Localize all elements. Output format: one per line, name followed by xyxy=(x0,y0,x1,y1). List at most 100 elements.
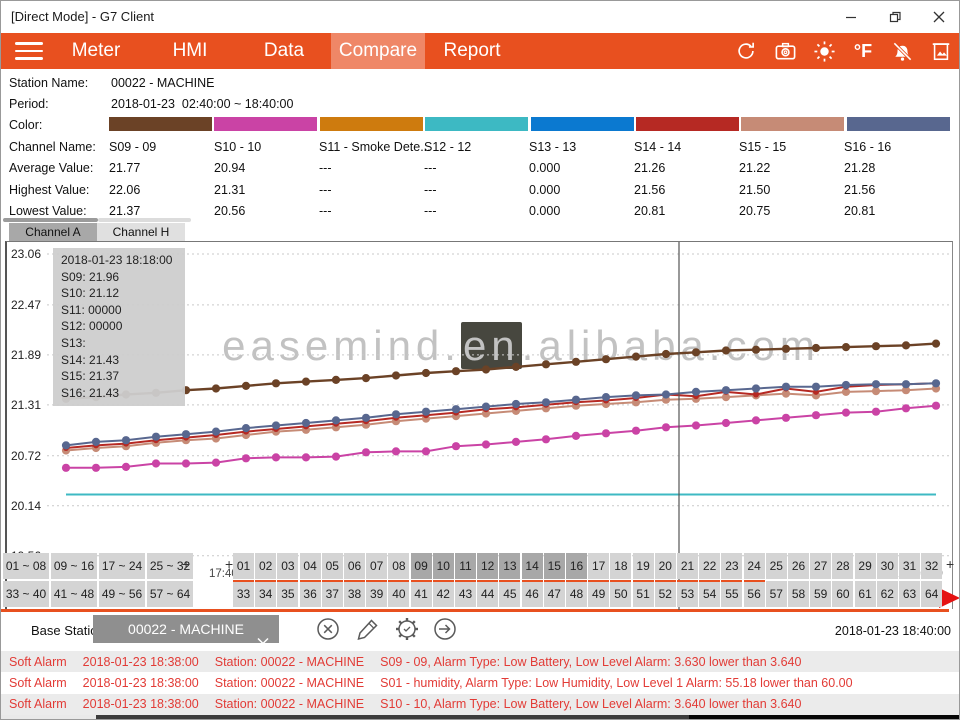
channel-box-13[interactable]: 13 xyxy=(499,553,520,579)
channel-box-10[interactable]: 10 xyxy=(433,553,454,579)
channel-group-box[interactable]: 17 ~ 24 xyxy=(99,553,145,579)
channel-box-35[interactable]: 35 xyxy=(277,581,298,607)
channel-box-36[interactable]: 36 xyxy=(300,581,321,607)
minimize-button[interactable] xyxy=(829,1,873,33)
channel-box-20[interactable]: 20 xyxy=(655,553,676,579)
channel-box-04[interactable]: 04 xyxy=(300,553,321,579)
channel-box-24[interactable]: 24 xyxy=(744,553,765,579)
table-scrollbar-track[interactable] xyxy=(98,218,191,222)
channel-box-25[interactable]: 25 xyxy=(766,553,787,579)
channel-box-03[interactable]: 03 xyxy=(277,553,298,579)
channel-color-swatch xyxy=(109,117,212,131)
channel-box-08[interactable]: 08 xyxy=(388,553,409,579)
clear-icon[interactable] xyxy=(315,616,341,642)
snapshot-icon[interactable] xyxy=(929,39,953,63)
edit-icon[interactable] xyxy=(355,616,381,642)
channel-box-14[interactable]: 14 xyxy=(522,553,543,579)
channel-box-22[interactable]: 22 xyxy=(699,553,720,579)
channel-box-50[interactable]: 50 xyxy=(610,581,631,607)
channel-box-61[interactable]: 61 xyxy=(855,581,876,607)
channel-box-47[interactable]: 47 xyxy=(544,581,565,607)
channel-box-15[interactable]: 15 xyxy=(544,553,565,579)
channel-box-02[interactable]: 02 xyxy=(255,553,276,579)
table-scrollbar-thumb[interactable] xyxy=(3,218,98,222)
zoom-plus-button[interactable]: + xyxy=(182,556,190,572)
channel-group-box[interactable]: 49 ~ 56 xyxy=(99,581,145,607)
channel-box-27[interactable]: 27 xyxy=(810,553,831,579)
nav-item-meter[interactable]: Meter xyxy=(49,33,143,69)
channel-box-12[interactable]: 12 xyxy=(477,553,498,579)
channel-box-01[interactable]: 01 xyxy=(233,553,254,579)
channel-box-07[interactable]: 07 xyxy=(366,553,387,579)
channel-box-19[interactable]: 19 xyxy=(633,553,654,579)
channel-box-37[interactable]: 37 xyxy=(322,581,343,607)
channel-box-30[interactable]: 30 xyxy=(877,553,898,579)
base-station-dropdown[interactable]: 00022 - MACHINE xyxy=(93,615,279,643)
channel-box-40[interactable]: 40 xyxy=(388,581,409,607)
channel-box-18[interactable]: 18 xyxy=(610,553,631,579)
settings-icon[interactable] xyxy=(394,616,420,642)
channel-box-63[interactable]: 63 xyxy=(899,581,920,607)
channel-box-41[interactable]: 41 xyxy=(411,581,432,607)
channel-group-box[interactable]: 33 ~ 40 xyxy=(3,581,49,607)
maximize-button[interactable] xyxy=(873,1,917,33)
channel-box-53[interactable]: 53 xyxy=(677,581,698,607)
channel-box-45[interactable]: 45 xyxy=(499,581,520,607)
channel-box-38[interactable]: 38 xyxy=(344,581,365,607)
brightness-icon[interactable] xyxy=(812,39,836,63)
channel-box-46[interactable]: 46 xyxy=(522,581,543,607)
channel-color-swatch xyxy=(320,117,423,131)
channel-group-box[interactable]: 41 ~ 48 xyxy=(51,581,97,607)
channel-box-39[interactable]: 39 xyxy=(366,581,387,607)
channel-box-05[interactable]: 05 xyxy=(322,553,343,579)
channel-box-49[interactable]: 49 xyxy=(588,581,609,607)
channel-box-16[interactable]: 16 xyxy=(566,553,587,579)
channel-box-32[interactable]: 32 xyxy=(921,553,942,579)
channel-box-60[interactable]: 60 xyxy=(832,581,853,607)
channel-box-43[interactable]: 43 xyxy=(455,581,476,607)
channel-box-58[interactable]: 58 xyxy=(788,581,809,607)
channel-box-57[interactable]: 57 xyxy=(766,581,787,607)
export-icon[interactable] xyxy=(432,616,458,642)
menu-icon[interactable] xyxy=(15,42,43,60)
alarm-mute-icon[interactable] xyxy=(890,39,914,63)
nav-item-hmi[interactable]: HMI xyxy=(143,33,237,69)
channel-box-51[interactable]: 51 xyxy=(633,581,654,607)
zoom-plus-button[interactable]: + xyxy=(225,556,233,572)
nav-item-report[interactable]: Report xyxy=(425,33,519,69)
channel-box-21[interactable]: 21 xyxy=(677,553,698,579)
nav-item-data[interactable]: Data xyxy=(237,33,331,69)
camera-icon[interactable] xyxy=(773,39,797,63)
sync-icon[interactable] xyxy=(734,39,758,63)
tab-channel-a[interactable]: Channel A xyxy=(9,223,97,241)
channel-box-59[interactable]: 59 xyxy=(810,581,831,607)
fahrenheit-icon[interactable]: °F xyxy=(851,39,875,63)
channel-box-48[interactable]: 48 xyxy=(566,581,587,607)
close-button[interactable] xyxy=(917,1,960,33)
channel-box-17[interactable]: 17 xyxy=(588,553,609,579)
channel-group-box[interactable]: 09 ~ 16 xyxy=(51,553,97,579)
channel-box-64[interactable]: 64 xyxy=(921,581,942,607)
channel-box-44[interactable]: 44 xyxy=(477,581,498,607)
channel-box-23[interactable]: 23 xyxy=(721,553,742,579)
channel-box-62[interactable]: 62 xyxy=(877,581,898,607)
channel-box-56[interactable]: 56 xyxy=(744,581,765,607)
tab-channel-h[interactable]: Channel H xyxy=(97,223,185,241)
channel-box-52[interactable]: 52 xyxy=(655,581,676,607)
channel-box-34[interactable]: 34 xyxy=(255,581,276,607)
channel-box-42[interactable]: 42 xyxy=(433,581,454,607)
channel-group-box[interactable]: 57 ~ 64 xyxy=(147,581,193,607)
channel-box-06[interactable]: 06 xyxy=(344,553,365,579)
zoom-plus-button[interactable]: + xyxy=(946,556,954,572)
channel-box-28[interactable]: 28 xyxy=(832,553,853,579)
channel-box-33[interactable]: 33 xyxy=(233,581,254,607)
channel-group-box[interactable]: 01 ~ 08 xyxy=(3,553,49,579)
nav-item-compare[interactable]: Compare xyxy=(331,33,425,69)
channel-box-09[interactable]: 09 xyxy=(411,553,432,579)
channel-box-11[interactable]: 11 xyxy=(455,553,476,579)
channel-box-55[interactable]: 55 xyxy=(721,581,742,607)
channel-box-29[interactable]: 29 xyxy=(855,553,876,579)
channel-box-54[interactable]: 54 xyxy=(699,581,720,607)
channel-box-31[interactable]: 31 xyxy=(899,553,920,579)
channel-box-26[interactable]: 26 xyxy=(788,553,809,579)
